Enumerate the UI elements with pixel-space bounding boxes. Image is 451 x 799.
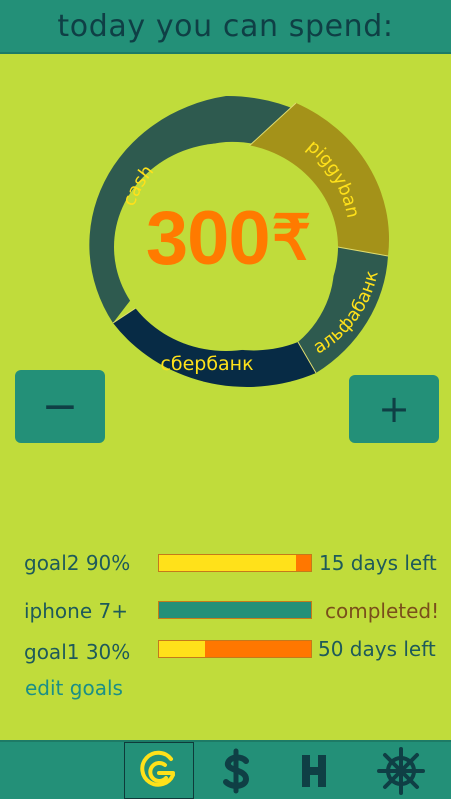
spend-amount: 300 ₹ <box>128 194 328 284</box>
page-title: today you can spend: <box>57 8 394 44</box>
goal-progress-bar <box>158 601 312 619</box>
goal-name: goal1 30% <box>24 640 131 664</box>
goals-icon <box>140 750 175 787</box>
dollar-icon <box>223 748 250 793</box>
goal-name: iphone 7+ <box>24 599 128 623</box>
goal-name: goal2 90% <box>24 551 131 575</box>
goal-progress-fill <box>159 555 296 571</box>
bottom-tabbar <box>0 740 451 799</box>
segment-label-sberbank: сбербанк <box>160 353 253 375</box>
goal-progress-bar <box>158 640 312 658</box>
tab-goals[interactable] <box>124 742 194 799</box>
goal-status: 15 days left <box>319 551 437 575</box>
tab-money[interactable] <box>201 742 271 799</box>
tab-settings[interactable] <box>366 742 436 799</box>
amount-value: 300 <box>145 196 271 281</box>
goal-status: 50 days left <box>318 637 436 661</box>
currency-icon: ₹ <box>271 204 311 273</box>
helm-icon <box>377 746 425 795</box>
h-icon <box>302 754 326 787</box>
goal-progress-fill <box>159 641 205 657</box>
decrease-button[interactable]: − <box>15 370 105 443</box>
minus-icon: − <box>41 380 79 432</box>
header-bar: today you can spend: <box>0 0 451 54</box>
goal-status: completed! <box>325 599 440 623</box>
increase-button[interactable]: + <box>349 375 439 443</box>
goal-progress-bar <box>158 554 312 572</box>
edit-goals-link[interactable]: edit goals <box>25 676 123 700</box>
plus-icon: + <box>378 387 410 431</box>
tab-home[interactable] <box>279 742 349 799</box>
